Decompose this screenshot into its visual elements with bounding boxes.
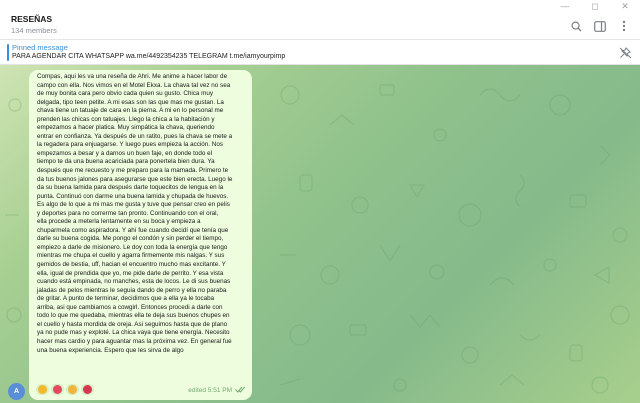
minimize-icon[interactable]: — bbox=[550, 0, 580, 16]
message-line: cuando está empinada, no manches, esta d… bbox=[37, 278, 231, 286]
message-line: la regadera para enjuagarse. Y luego pue… bbox=[37, 141, 223, 149]
sidebar-toggle-icon[interactable] bbox=[588, 18, 612, 34]
message-line: una buena experiencia. Espero que les si… bbox=[37, 346, 184, 354]
reaction-kiss-mark[interactable] bbox=[81, 384, 94, 395]
message-text: Compas, aqui les va una reseña de Ahri. … bbox=[37, 73, 244, 355]
reaction-clapping-hands[interactable] bbox=[66, 384, 79, 395]
reaction-love-face[interactable] bbox=[51, 384, 64, 395]
message-line: delgada, tipo teen petite. A mi esas son… bbox=[37, 98, 224, 106]
message-line: después que me recuesto y me preparo par… bbox=[37, 167, 229, 175]
message-line: hacer mas cardio y para aguantar mas la … bbox=[37, 337, 232, 345]
message-line: Es algo de lo que a mi mas me gusta y tu… bbox=[37, 201, 230, 209]
love-face-icon bbox=[53, 385, 62, 394]
clapping-hands-icon bbox=[68, 385, 77, 394]
message-line: todo lo que me quedaba, mientras ella te… bbox=[37, 312, 230, 320]
message-line: chuparmela como aspiradora. Y ahí fue cu… bbox=[37, 226, 229, 234]
pinned-label: Pinned message bbox=[12, 43, 68, 52]
message-line: empiezo a darle de misionero. Le doy con… bbox=[37, 243, 228, 251]
message-line: Compas, aqui les va una reseña de Ahri. … bbox=[37, 73, 228, 80]
message-line: empezamos a besar y a darnos un buen faj… bbox=[37, 149, 213, 157]
message-line: ella procede a meterla lentamente en su … bbox=[37, 218, 201, 226]
message-line: punta. Continuó con darme una buena lami… bbox=[37, 192, 229, 200]
message-line: tiempo te da una buena acariciada para p… bbox=[37, 158, 215, 166]
message-line: entrar en confianza. Ya después de un ra… bbox=[37, 132, 233, 140]
maximize-icon[interactable]: ◻ bbox=[580, 0, 610, 16]
pinned-text: PARA AGENDAR CITA WHATSAPP wa.me/4492354… bbox=[12, 53, 286, 60]
message-line: de gritar. A punto de terminar, decidimo… bbox=[37, 295, 215, 303]
message-line: jaladas de pelos mientras le seguia dand… bbox=[37, 286, 227, 294]
message-line: da su buena lamida para después darte to… bbox=[37, 184, 224, 192]
message-bubble[interactable]: Compas, aqui les va una reseña de Ahri. … bbox=[29, 70, 252, 400]
avatar[interactable]: A bbox=[8, 383, 25, 400]
message-line: mientras me chupa el cuello y agarra fir… bbox=[37, 252, 225, 260]
reaction-thumbs-up[interactable] bbox=[36, 384, 49, 395]
message-line: prenden las chicas con tatuajes. Llego l… bbox=[37, 115, 215, 123]
message-line: darle su buena cogida. Me pongo el condó… bbox=[37, 235, 224, 243]
thumbs-up-icon bbox=[38, 385, 47, 394]
message-line: da tus buenos jalones para asegurarse qu… bbox=[37, 175, 233, 183]
pinned-accent-bar bbox=[7, 44, 9, 61]
message-line: empezamos a hacer platica. Muy simpática… bbox=[37, 124, 215, 132]
chat-title[interactable]: RESEÑAS bbox=[11, 14, 52, 24]
chat-header: RESEÑAS 134 members bbox=[0, 0, 640, 40]
message-line: gemidos de bestia, uff, hacian el encuen… bbox=[37, 261, 226, 269]
kiss-mark-icon bbox=[83, 385, 92, 394]
message-line: y deportes para no correrme tan pronto. … bbox=[37, 209, 219, 217]
message-line: chava tiene un tatuaje de cara en la pie… bbox=[37, 107, 224, 115]
message-line: campo con ella. Nos vimos en el Motel Ek… bbox=[37, 81, 231, 89]
message-line: ella, igual de prendida que yo, me pide … bbox=[37, 269, 224, 277]
more-vertical-icon[interactable] bbox=[612, 18, 636, 34]
chat-area[interactable]: Compas, aqui les va una reseña de Ahri. … bbox=[0, 65, 640, 403]
window-controls: — ◻ ✕ bbox=[550, 0, 640, 16]
member-count: 134 members bbox=[11, 26, 57, 35]
double-check-icon bbox=[235, 386, 246, 395]
search-icon[interactable] bbox=[564, 18, 588, 34]
message-meta: edited 5:51 PM bbox=[188, 386, 246, 395]
message-line: ya no pude mas y exploté. La chica vaya … bbox=[37, 329, 230, 337]
unpin-icon[interactable] bbox=[619, 46, 632, 64]
message-line: el cuello y hasta mordida de oreja. Asi … bbox=[37, 320, 228, 328]
header-actions bbox=[564, 18, 636, 34]
message-line: de muy bonita cara pero obvio cada quien… bbox=[37, 90, 214, 98]
reactions-row bbox=[36, 384, 94, 395]
pinned-message-bar[interactable]: Pinned message PARA AGENDAR CITA WHATSAP… bbox=[0, 40, 640, 65]
message-line: arriba, asi que cambiamos a cowgirl. Ent… bbox=[37, 303, 223, 311]
message-time: edited 5:51 PM bbox=[188, 387, 232, 394]
close-icon[interactable]: ✕ bbox=[610, 0, 640, 16]
